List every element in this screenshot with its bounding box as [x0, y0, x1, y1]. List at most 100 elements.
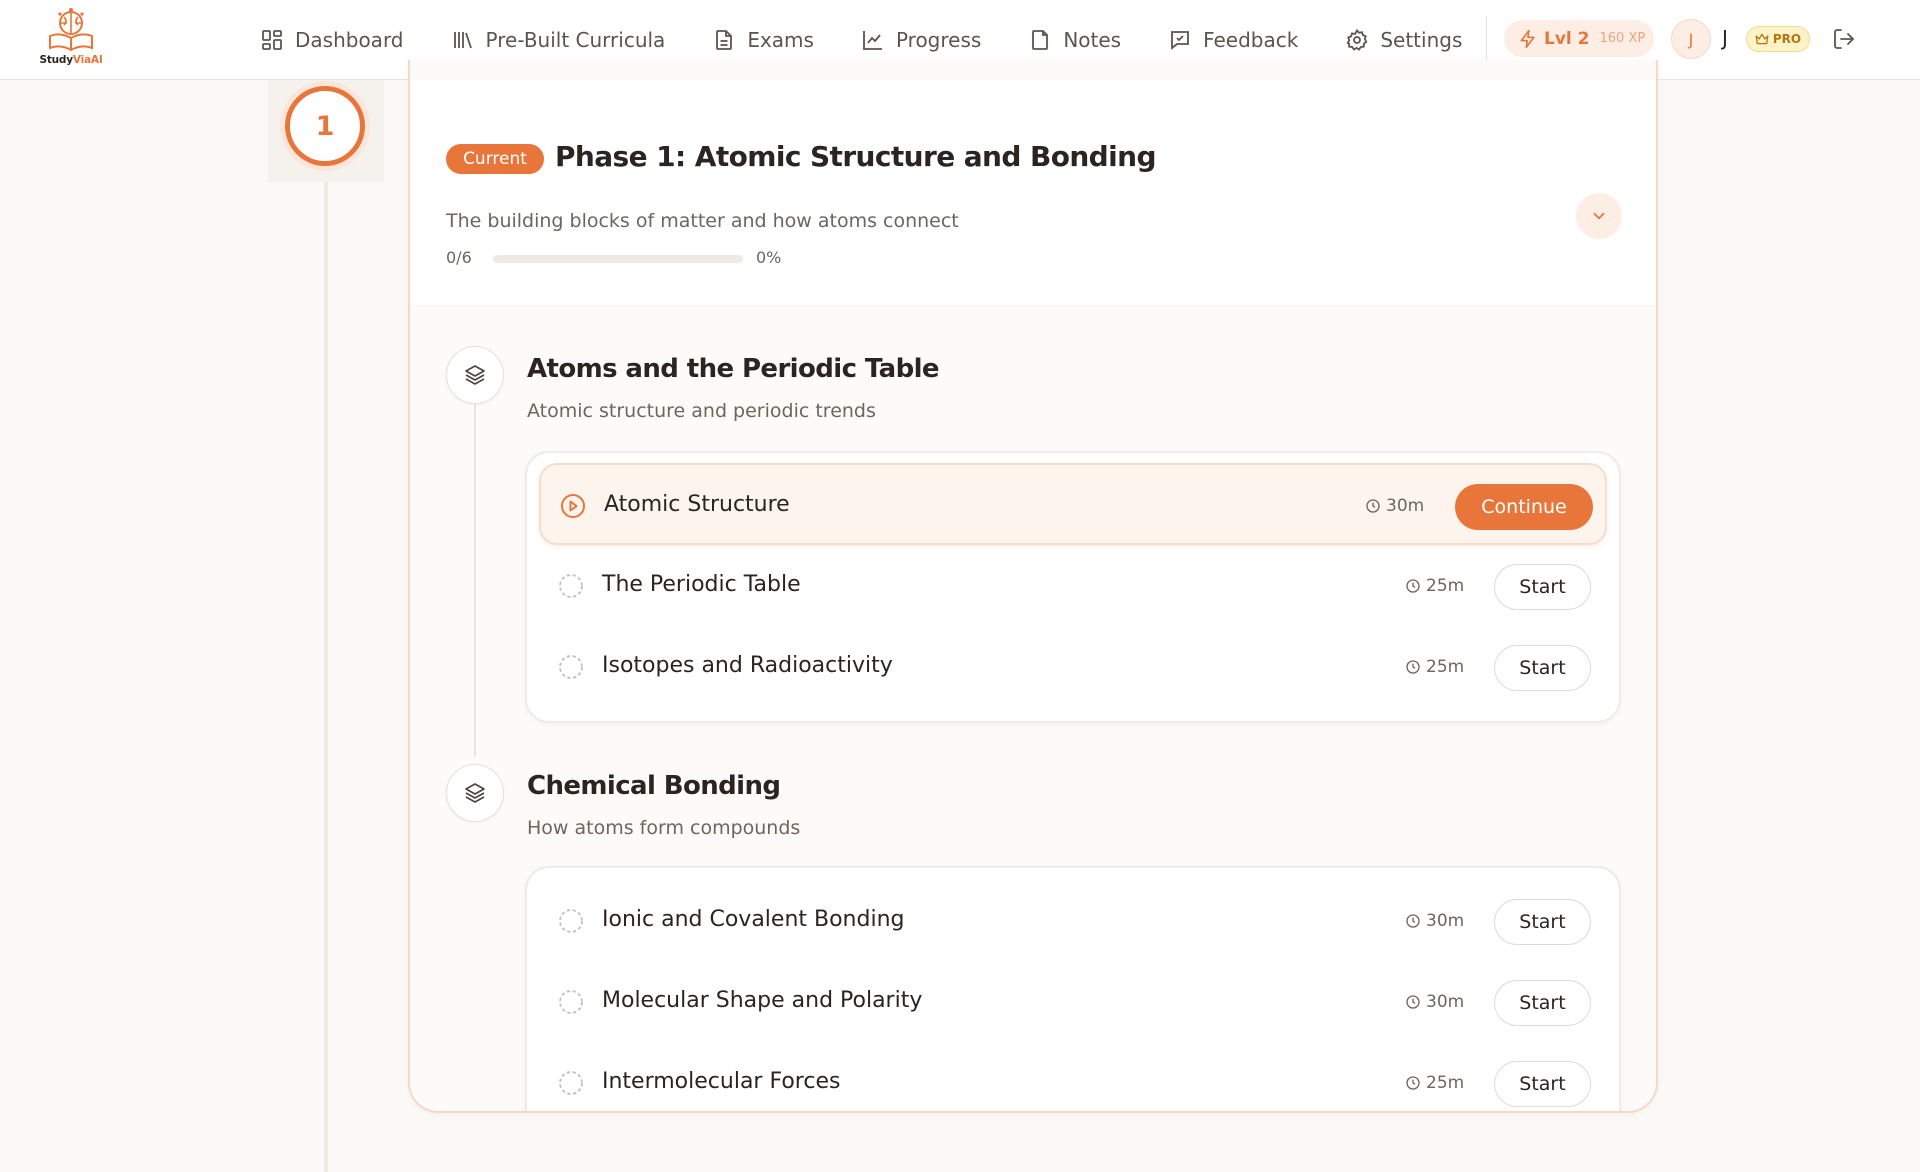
- module-description: How atoms form compounds: [527, 817, 801, 839]
- crown-icon: [1755, 33, 1769, 45]
- lesson-duration: 30m: [1405, 911, 1464, 931]
- gear-icon: [1346, 28, 1368, 51]
- module-icon: [446, 346, 504, 404]
- current-badge: Current: [446, 144, 544, 174]
- logout-icon[interactable]: [1832, 27, 1856, 51]
- layers-icon: [465, 365, 485, 385]
- phase-progress-bar: [493, 255, 743, 263]
- lesson-duration: 25m: [1405, 576, 1464, 596]
- nav-item-settings[interactable]: Settings: [1345, 28, 1462, 52]
- module-description: Atomic structure and periodic trends: [527, 400, 876, 422]
- phase-number-marker: 1: [285, 86, 365, 166]
- duration-label: 30m: [1386, 496, 1425, 516]
- start-lesson-button[interactable]: Start: [1494, 645, 1591, 691]
- lesson-row[interactable]: Intermolecular Forces 25m Start: [539, 1042, 1607, 1111]
- brand-name: StudyViaAI: [39, 54, 103, 66]
- clock-icon: [1406, 579, 1420, 593]
- lesson-row[interactable]: Isotopes and Radioactivity 25m Start: [539, 626, 1607, 708]
- lesson-row[interactable]: Atomic Structure 30m Continue: [539, 463, 1607, 545]
- document-icon: [716, 30, 733, 50]
- phase-progress-count: 0/6: [446, 248, 472, 267]
- lesson-list: Ionic and Covalent Bonding 30m Start Mol…: [525, 866, 1621, 1111]
- book-brain-logo-icon: [49, 8, 93, 52]
- start-lesson-button[interactable]: Start: [1494, 1061, 1591, 1107]
- brand-logo[interactable]: StudyViaAI: [39, 6, 103, 74]
- lesson-title: The Periodic Table: [602, 572, 801, 597]
- library-icon: [453, 32, 472, 49]
- nav-item-feedback[interactable]: Feedback: [1168, 28, 1298, 52]
- duration-label: 25m: [1426, 576, 1465, 596]
- level-badge[interactable]: Lvl 2 160 XP: [1504, 20, 1654, 57]
- play-circle-icon: [561, 494, 585, 518]
- dashed-circle-icon: [559, 990, 583, 1014]
- pro-badge: PRO: [1746, 26, 1810, 52]
- duration-label: 25m: [1426, 1073, 1465, 1093]
- nav-label: Notes: [1063, 28, 1122, 52]
- nav-label: Dashboard: [295, 28, 404, 52]
- message-icon: [1171, 31, 1189, 50]
- duration-label: 30m: [1426, 911, 1465, 931]
- pro-label: PRO: [1772, 32, 1802, 46]
- phase-title: Phase 1: Atomic Structure and Bonding: [555, 140, 1157, 173]
- collapse-phase-button[interactable]: [1576, 193, 1622, 239]
- nav-label: Exams: [747, 28, 814, 52]
- clock-icon: [1366, 499, 1380, 513]
- module-title: Chemical Bonding: [527, 771, 781, 801]
- timeline-line: [324, 175, 328, 1172]
- nav-label: Settings: [1380, 28, 1463, 52]
- lightning-icon: [1520, 29, 1535, 48]
- start-lesson-button[interactable]: Start: [1494, 899, 1591, 945]
- dashed-circle-icon: [559, 655, 583, 679]
- phase-progress-percent: 0%: [756, 248, 782, 267]
- nav-item-exams[interactable]: Exams: [712, 28, 814, 52]
- duration-label: 25m: [1426, 657, 1465, 677]
- clock-icon: [1406, 914, 1420, 928]
- lesson-title: Atomic Structure: [604, 492, 790, 517]
- nav-item-pre-built-curricula[interactable]: Pre-Built Curricula: [451, 28, 666, 52]
- dashed-circle-icon: [559, 909, 583, 933]
- lesson-title: Isotopes and Radioactivity: [602, 653, 893, 678]
- lesson-title: Ionic and Covalent Bonding: [602, 907, 905, 932]
- dashed-circle-icon: [559, 1071, 583, 1095]
- lesson-duration: 25m: [1405, 657, 1464, 677]
- user-name[interactable]: J: [1722, 26, 1728, 50]
- lesson-duration: 30m: [1365, 496, 1424, 516]
- clock-icon: [1406, 660, 1420, 674]
- nav-label: Feedback: [1203, 28, 1299, 52]
- lesson-duration: 25m: [1405, 1073, 1464, 1093]
- dashboard-icon: [262, 30, 282, 50]
- nav-item-progress[interactable]: Progress: [861, 28, 981, 52]
- lesson-row[interactable]: Molecular Shape and Polarity 30m Start: [539, 961, 1607, 1043]
- module-title: Atoms and the Periodic Table: [527, 354, 940, 384]
- level-label: Lvl 2: [1544, 28, 1590, 49]
- start-lesson-button[interactable]: Start: [1494, 980, 1591, 1026]
- lesson-row[interactable]: Ionic and Covalent Bonding 30m Start: [539, 880, 1607, 962]
- chart-line-icon: [863, 31, 882, 50]
- lesson-title: Molecular Shape and Polarity: [602, 988, 923, 1013]
- continue-lesson-button[interactable]: Continue: [1455, 484, 1593, 530]
- lesson-list: Atomic Structure 30m Continue The Period…: [525, 451, 1621, 723]
- phase-header[interactable]: [410, 80, 1656, 305]
- chevron-down-icon: [1593, 212, 1605, 220]
- clock-icon: [1406, 1076, 1420, 1090]
- xp-label: 160 XP: [1599, 31, 1646, 46]
- lesson-row[interactable]: The Periodic Table 25m Start: [539, 545, 1607, 627]
- nav-label: Progress: [895, 28, 982, 52]
- start-lesson-button[interactable]: Start: [1494, 564, 1591, 610]
- nav-item-notes[interactable]: Notes: [1028, 28, 1121, 52]
- duration-label: 30m: [1426, 992, 1465, 1012]
- phase-card: Current Phase 1: Atomic Structure and Bo…: [408, 60, 1658, 1113]
- lesson-duration: 30m: [1405, 992, 1464, 1012]
- nav-divider: [1486, 16, 1487, 64]
- module-icon: [446, 764, 504, 822]
- clock-icon: [1406, 995, 1420, 1009]
- dashed-circle-icon: [559, 574, 583, 598]
- nav-label: Pre-Built Curricula: [485, 28, 666, 52]
- lesson-title: Intermolecular Forces: [602, 1069, 841, 1094]
- avatar[interactable]: J: [1671, 19, 1711, 59]
- module-connector: [474, 401, 476, 757]
- phase-description: The building blocks of matter and how at…: [446, 210, 959, 232]
- nav-item-dashboard[interactable]: Dashboard: [260, 28, 404, 52]
- layers-icon: [465, 783, 485, 803]
- note-icon: [1032, 30, 1049, 50]
